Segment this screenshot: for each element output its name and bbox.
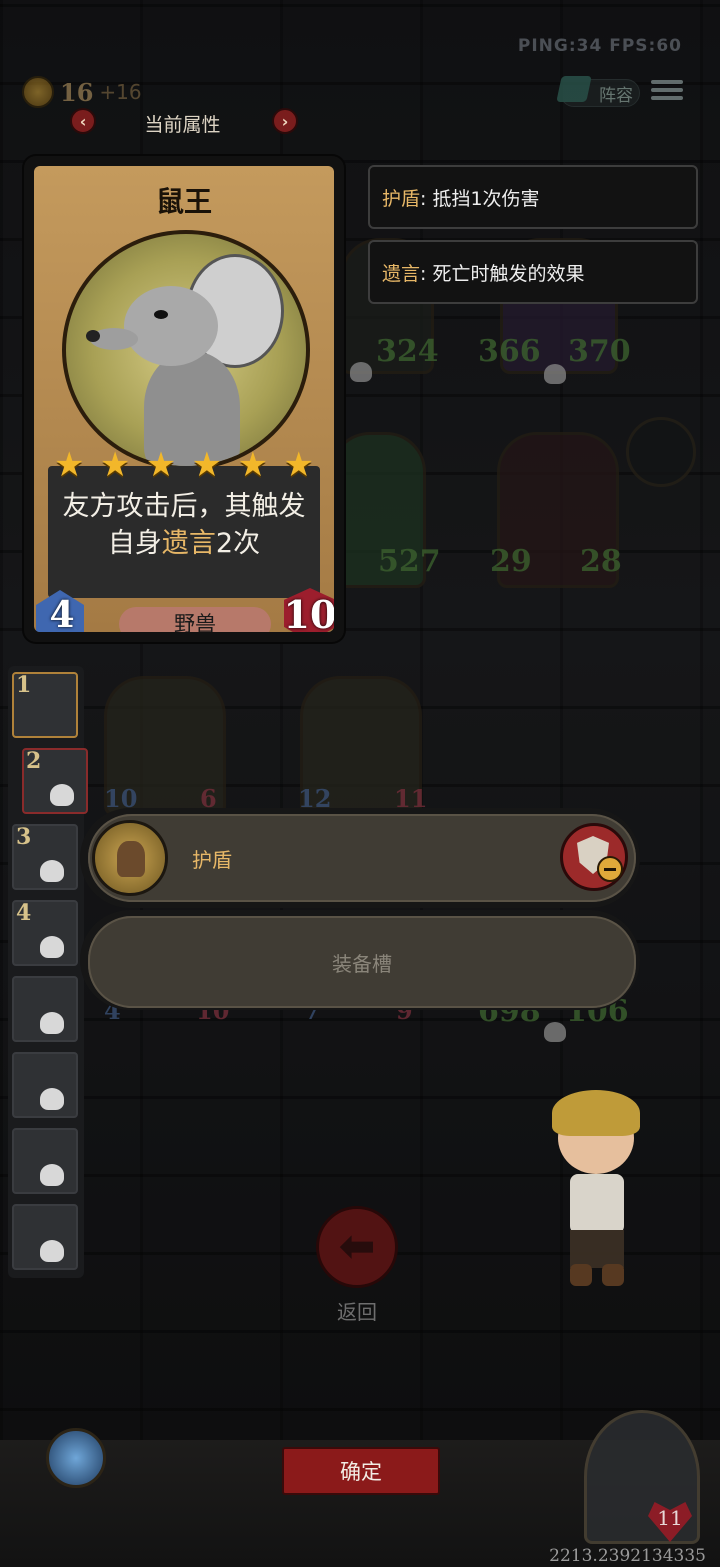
minion-card: 鼠王 ★ ★ ★ ★ ★ ★ 友方攻击后，其触发 自身遗言2次 4 野兽 10	[24, 156, 344, 642]
coordinate-readout: 2213.2392134335	[549, 1546, 706, 1566]
deathrattle-keyword-tip: 遗言: 死亡时触发的效果	[368, 240, 698, 304]
gold-counter: 16 +16	[22, 76, 142, 108]
prev-attribute-button[interactable]: ‹	[70, 108, 96, 134]
team-slot[interactable]	[12, 1128, 78, 1194]
attack-value: 4	[49, 594, 75, 632]
star-icon: ★	[145, 445, 177, 485]
gold-income: +16	[99, 80, 142, 104]
remove-shield-button[interactable]	[560, 823, 628, 891]
team-slot[interactable]	[12, 976, 78, 1042]
team-slot[interactable]: 4	[12, 900, 78, 966]
team-slot[interactable]: 2	[22, 748, 88, 814]
team-slot[interactable]	[12, 1204, 78, 1270]
empty-slot-label: 装备槽	[332, 952, 392, 976]
star-icon: ★	[54, 445, 85, 485]
attribute-title: 当前属性	[144, 114, 221, 136]
confirm-button[interactable]: 确定	[282, 1447, 440, 1495]
tribe-badge: 野兽	[119, 607, 271, 632]
menu-icon[interactable]	[651, 76, 683, 106]
team-list: 1 2 3 4	[8, 666, 88, 1278]
coin-icon	[22, 76, 54, 108]
arrow-left-icon: ⬅	[338, 1221, 376, 1272]
back-button[interactable]: ⬅	[316, 1206, 398, 1288]
gold-value: 16	[60, 77, 94, 107]
rat-king-portrait	[62, 230, 310, 470]
ping-fps-readout: PING:34 FPS:60	[517, 36, 682, 56]
book-icon	[556, 76, 592, 102]
lineup-button[interactable]: 阵容	[556, 76, 640, 107]
shield-keyword-tip: 护盾: 抵挡1次伤害	[368, 165, 698, 229]
star-rating: ★ ★ ★ ★ ★ ★	[54, 448, 314, 482]
next-attribute-button[interactable]: ›	[272, 108, 298, 134]
star-icon: ★	[237, 445, 269, 485]
equipment-portrait-icon	[92, 820, 168, 896]
equipment-slot-label: 护盾	[192, 848, 232, 872]
team-slot[interactable]: 1	[12, 672, 78, 738]
lineup-label: 阵容	[599, 85, 633, 106]
star-icon: ★	[99, 445, 131, 485]
hero-character	[552, 1090, 642, 1290]
equipment-slot-shield[interactable]	[88, 814, 636, 902]
back-label: 返回	[337, 1300, 377, 1324]
card-name: 鼠王	[155, 185, 212, 218]
star-icon: ★	[191, 445, 223, 485]
card-description: 友方攻击后，其触发 自身遗言2次	[62, 491, 306, 559]
deathrattle-keyword: 遗言	[161, 528, 216, 559]
health-value: 10	[283, 592, 334, 632]
team-slot[interactable]	[12, 1052, 78, 1118]
star-icon: ★	[283, 445, 314, 485]
team-slot[interactable]: 3	[12, 824, 78, 890]
hero-health-value: 11	[657, 1506, 683, 1530]
minus-icon	[597, 856, 623, 882]
crystal-orb-icon	[46, 1428, 106, 1488]
